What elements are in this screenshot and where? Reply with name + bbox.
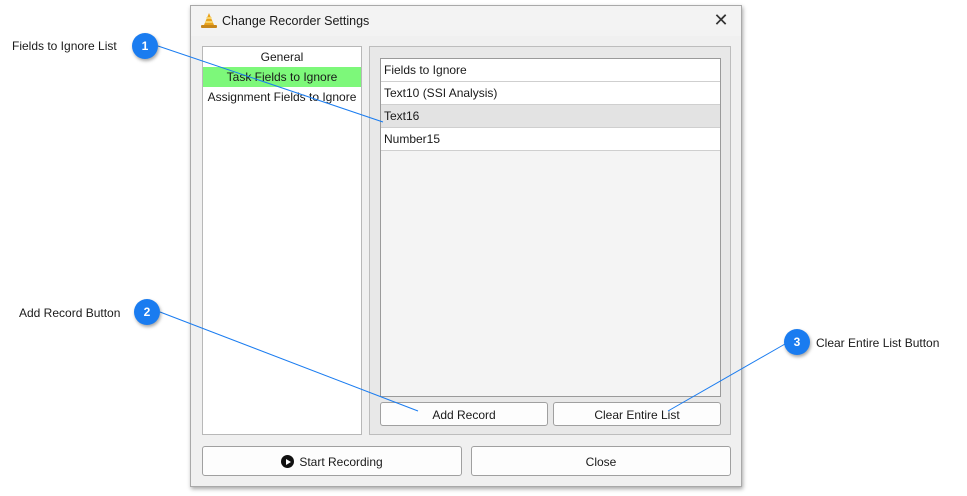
callout-badge-3: 3 [784,329,810,355]
leader-line-1 [157,45,384,123]
callout-label-2: Add Record Button [19,306,121,320]
leader-line-3 [667,343,786,412]
leader-line-2 [159,311,419,412]
callout-label-3: Clear Entire List Button [816,336,940,350]
callout-label-1: Fields to Ignore List [12,39,117,53]
callout-badge-2: 2 [134,299,160,325]
callout-leader-lines [157,45,786,412]
callout-badge-1: 1 [132,33,158,59]
